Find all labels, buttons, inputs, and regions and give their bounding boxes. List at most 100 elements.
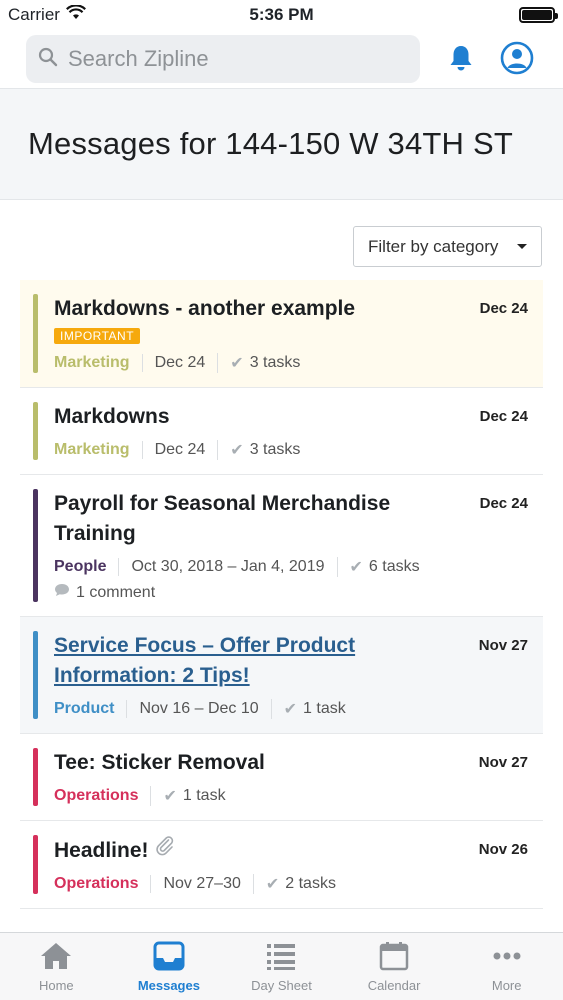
search-input[interactable] (68, 46, 388, 72)
status-left: Carrier (8, 3, 86, 26)
message-item[interactable]: Nov 27 Service Focus – Offer Product Inf… (20, 617, 543, 734)
home-icon (39, 941, 73, 974)
comment-count-label: 1 comment (76, 583, 156, 601)
comment-icon (54, 583, 70, 602)
category-label: Marketing (54, 441, 130, 458)
tab-label: Messages (137, 977, 200, 993)
tab-label: Calendar (367, 977, 421, 993)
category-color-bar (33, 294, 38, 373)
message-title[interactable]: Markdowns (54, 402, 443, 432)
message-meta: Operations ✔ 1 task (54, 786, 443, 806)
check-icon: ✔ (163, 788, 177, 805)
message-date: Nov 27 (478, 637, 528, 654)
message-title-line: Information: 2 Tips! (54, 664, 250, 687)
top-bar (0, 32, 563, 86)
tab-day-sheet[interactable]: Day Sheet (225, 933, 338, 1000)
message-item[interactable]: Dec 24 Payroll for Seasonal Merchandise … (20, 475, 543, 617)
category-color-bar (33, 402, 38, 460)
check-icon: ✔ (283, 701, 298, 718)
filter-label: Filter by category (368, 236, 499, 256)
caret-down-icon (517, 244, 527, 249)
message-meta: Marketing Dec 24 ✔ 3 tasks (54, 440, 443, 460)
search-box[interactable] (26, 35, 420, 83)
check-icon: ✔ (349, 559, 363, 576)
tab-home[interactable]: Home (0, 933, 113, 1000)
task-count-label: 3 tasks (249, 354, 301, 371)
task-count-label: 3 tasks (249, 441, 301, 458)
more-icon (490, 941, 524, 974)
tab-messages[interactable]: Messages (113, 933, 226, 1000)
comment-count: 1 comment (54, 583, 443, 602)
message-title-line: Training (54, 522, 136, 545)
category-label: Operations (54, 787, 139, 804)
message-item[interactable]: Nov 27 Tee: Sticker Removal Operations ✔… (20, 734, 543, 821)
date-range: Nov 16 – Dec 10 (126, 700, 270, 718)
bell-icon[interactable] (441, 38, 481, 78)
tab-bar: Home Messages Day Sheet Calendar More (0, 932, 563, 1000)
task-count: ✔ 3 tasks (217, 440, 312, 460)
message-item[interactable]: Nov 26 Headline! Operations Nov 27–30 ✔ 2… (20, 821, 543, 909)
paperclip-icon (154, 836, 176, 862)
message-item[interactable]: Dec 24 Markdowns - another example IMPOR… (20, 280, 543, 388)
tab-label: Home (38, 977, 74, 993)
page-title: Messages for 144-150 W 34TH ST (28, 126, 513, 161)
important-badge: IMPORTANT (54, 328, 141, 344)
filter-row: Filter by category (353, 226, 542, 267)
message-title-link[interactable]: Service Focus – Offer Product Informatio… (54, 631, 443, 691)
message-date: Nov 27 (478, 754, 528, 771)
task-count-label: 1 task (182, 787, 226, 804)
task-count: ✔ 6 tasks (336, 557, 432, 577)
tab-calendar[interactable]: Calendar (338, 933, 451, 1000)
task-count-label: 2 tasks (285, 875, 336, 892)
message-meta: Operations Nov 27–30 ✔ 2 tasks (54, 874, 443, 894)
battery-icon (519, 7, 558, 23)
message-date: Dec 24 (479, 300, 528, 317)
message-title[interactable]: Headline! (54, 835, 443, 866)
category-label: Operations (54, 875, 139, 892)
message-date: Dec 24 (479, 495, 528, 512)
calendar-icon (377, 941, 411, 974)
message-title[interactable]: Tee: Sticker Removal (54, 748, 443, 778)
message-date: Dec 24 (479, 408, 528, 425)
message-title[interactable]: Markdowns - another example (54, 294, 443, 324)
check-icon: ✔ (230, 442, 244, 459)
wifi-icon (65, 3, 86, 26)
check-icon: ✔ (265, 876, 280, 893)
message-meta: People Oct 30, 2018 – Jan 4, 2019 ✔ 6 tas… (54, 557, 443, 602)
category-color-bar (33, 631, 38, 719)
tab-more[interactable]: More (450, 933, 563, 1000)
task-count-label: 6 tasks (368, 558, 420, 575)
check-icon: ✔ (230, 355, 244, 372)
task-count: ✔ 3 tasks (217, 353, 312, 373)
date-range: Dec 24 (141, 441, 218, 459)
title-band: Messages for 144-150 W 34TH ST (0, 88, 563, 200)
messages-list: Dec 24 Markdowns - another example IMPOR… (20, 280, 543, 909)
message-title-text: Headline! (54, 839, 149, 862)
status-bar: Carrier 5:36 PM (0, 0, 563, 30)
message-meta: Product Nov 16 – Dec 10 ✔ 1 task (54, 699, 443, 719)
message-title-line: Payroll for Seasonal Merchandise (54, 492, 391, 515)
task-count: ✔ 1 task (270, 699, 358, 719)
task-count: ✔ 2 tasks (252, 874, 348, 894)
message-title-line: Service Focus – Offer Product (54, 634, 356, 657)
filter-by-category-dropdown[interactable]: Filter by category (353, 226, 542, 267)
message-title[interactable]: Payroll for Seasonal Merchandise Trainin… (54, 489, 443, 549)
task-count-label: 1 task (303, 700, 346, 717)
category-color-bar (33, 835, 38, 894)
category-label: Marketing (54, 354, 130, 371)
date-range: Nov 27–30 (150, 875, 252, 893)
category-label: People (54, 558, 107, 575)
task-count: ✔ 1 task (150, 786, 237, 806)
message-date: Nov 26 (478, 841, 528, 858)
date-range: Dec 24 (141, 354, 218, 372)
date-range: Oct 30, 2018 – Jan 4, 2019 (118, 558, 336, 576)
list-icon (264, 941, 298, 974)
profile-icon[interactable] (497, 38, 537, 78)
tab-label: Day Sheet (251, 977, 312, 993)
message-item[interactable]: Dec 24 Markdowns Marketing Dec 24 ✔ 3 tas… (20, 388, 543, 475)
search-icon (38, 47, 58, 72)
message-meta: Marketing Dec 24 ✔ 3 tasks (54, 353, 443, 373)
category-color-bar (33, 748, 38, 806)
category-color-bar (33, 489, 38, 602)
carrier-label: Carrier (8, 5, 60, 24)
